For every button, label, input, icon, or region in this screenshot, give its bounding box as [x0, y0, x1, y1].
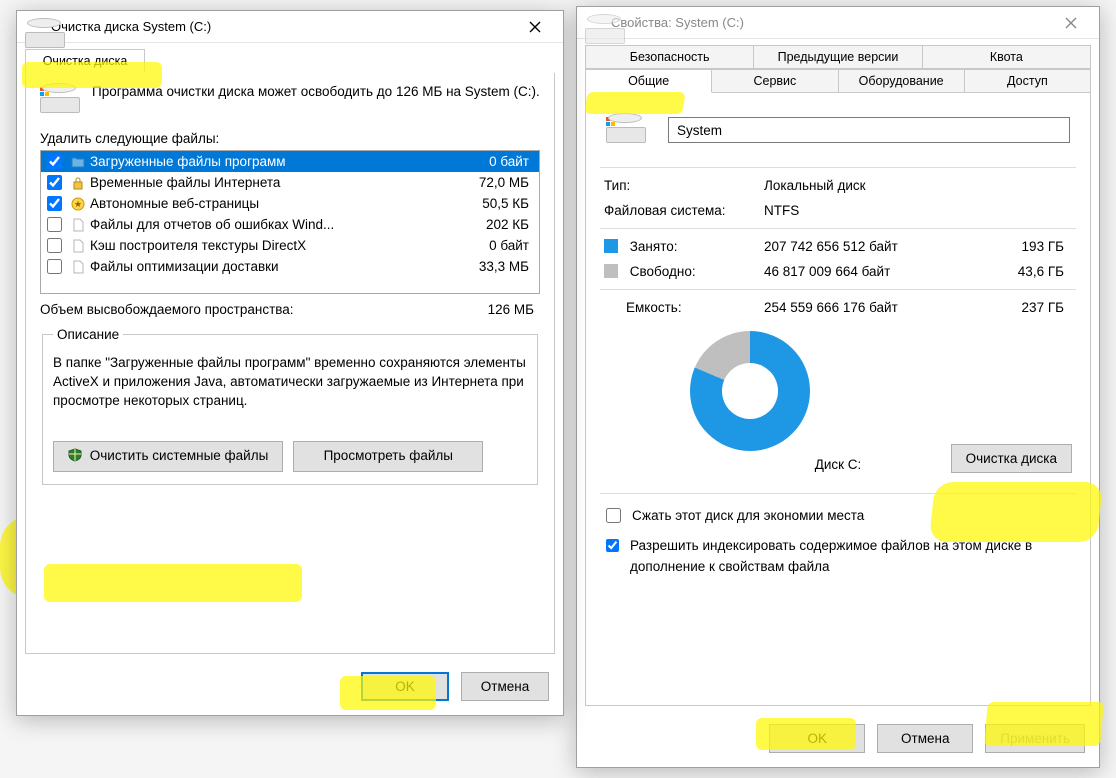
compress-checkbox[interactable]: Сжать этот диск для экономии места: [602, 506, 1074, 526]
app-icon: [25, 18, 43, 36]
tab-предыдущие версии[interactable]: Предыдущие версии: [753, 45, 922, 69]
free-label: Свободно:: [604, 264, 764, 279]
description-text: В папке "Загруженные файлы программ" вре…: [53, 354, 527, 411]
titlebar[interactable]: Очистка диска System (C:): [17, 11, 563, 43]
file-row[interactable]: Загруженные файлы программ 0 байт: [41, 151, 539, 172]
file-list[interactable]: Загруженные файлы программ 0 байт Временны…: [40, 150, 540, 294]
cap-label: Емкость:: [604, 300, 764, 315]
file-checkbox[interactable]: [47, 217, 62, 232]
close-button[interactable]: [1049, 8, 1093, 38]
file-checkbox[interactable]: [47, 196, 62, 211]
file-row[interactable]: ★ Автономные веб-страницы 50,5 КБ: [41, 193, 539, 214]
cancel-button[interactable]: Отмена: [877, 724, 973, 753]
tab-сервис[interactable]: Сервис: [711, 69, 838, 93]
tabstrip: БезопасностьПредыдущие версииКвота Общие…: [577, 39, 1099, 93]
folder-icon: [70, 154, 86, 170]
description-box: Описание В папке "Загруженные файлы прог…: [42, 327, 538, 485]
page-icon: [70, 217, 86, 233]
used-bytes: 207 742 656 512 байт: [764, 239, 974, 254]
file-checkbox[interactable]: [47, 175, 62, 190]
volume-name-input[interactable]: [668, 117, 1070, 143]
used-label: Занято:: [604, 239, 764, 254]
file-row[interactable]: Временные файлы Интернета 72,0 МБ: [41, 172, 539, 193]
drive-icon: [40, 83, 80, 117]
file-size: 72,0 МБ: [453, 175, 533, 190]
drive-icon: [585, 14, 603, 32]
total-value: 126 МБ: [488, 302, 540, 317]
ok-button[interactable]: OK: [769, 724, 865, 753]
file-row[interactable]: Файлы для отчетов об ошибках Wind... 202 …: [41, 214, 539, 235]
dialog-footer: OK Отмена: [17, 662, 563, 715]
file-name: Файлы оптимизации доставки: [90, 259, 449, 274]
used-swatch-icon: [604, 239, 618, 253]
dialog-footer: OK Отмена Применить: [577, 714, 1099, 767]
tabstrip: Очистка диска: [17, 43, 563, 73]
type-label: Тип:: [604, 178, 764, 193]
lock-icon: [70, 175, 86, 191]
cleanup-panel: Программа очистки диска может освободить…: [25, 73, 555, 654]
tab-оборудование[interactable]: Оборудование: [838, 69, 965, 93]
page-icon: [70, 238, 86, 254]
cap-human: 237 ГБ: [974, 300, 1072, 315]
free-human: 43,6 ГБ: [974, 264, 1072, 279]
ok-button[interactable]: OK: [361, 672, 449, 701]
cancel-button[interactable]: Отмена: [461, 672, 549, 701]
description-legend: Описание: [53, 327, 123, 342]
disk-cleanup-button[interactable]: Очистка диска: [951, 444, 1072, 473]
titlebar[interactable]: Свойства: System (C:): [577, 7, 1099, 39]
tab-cleanup[interactable]: Очистка диска: [25, 49, 145, 73]
used-human: 193 ГБ: [974, 239, 1072, 254]
file-row[interactable]: Файлы оптимизации доставки 33,3 МБ: [41, 256, 539, 277]
apply-button[interactable]: Применить: [985, 724, 1085, 753]
star-icon: ★: [70, 196, 86, 212]
close-button[interactable]: [513, 12, 557, 42]
index-checkbox[interactable]: Разрешить индексировать содержимое файло…: [602, 536, 1074, 577]
usage-chart: [690, 331, 810, 451]
drive-properties-window: Свойства: System (C:) БезопасностьПредыд…: [576, 6, 1100, 768]
list-label: Удалить следующие файлы:: [40, 131, 540, 146]
file-name: Загруженные файлы программ: [90, 154, 449, 169]
file-size: 0 байт: [453, 238, 533, 253]
tab-квота[interactable]: Квота: [922, 45, 1091, 69]
fs-value: NTFS: [764, 203, 1072, 218]
cap-bytes: 254 559 666 176 байт: [764, 300, 974, 315]
file-name: Кэш построителя текстуры DirectX: [90, 238, 449, 253]
cleanup-system-button[interactable]: Очистить системные файлы: [53, 441, 283, 472]
shield-icon: [68, 448, 82, 465]
file-row[interactable]: Кэш построителя текстуры DirectX 0 байт: [41, 235, 539, 256]
drive-icon: [606, 113, 646, 147]
file-size: 0 байт: [453, 154, 533, 169]
file-checkbox[interactable]: [47, 238, 62, 253]
free-bytes: 46 817 009 664 байт: [764, 264, 974, 279]
file-size: 202 КБ: [453, 217, 533, 232]
tab-безопасность[interactable]: Безопасность: [585, 45, 754, 69]
tab-доступ[interactable]: Доступ: [964, 69, 1091, 93]
view-files-button[interactable]: Просмотреть файлы: [293, 441, 483, 472]
properties-panel: Тип: Локальный диск Файловая система: NT…: [585, 93, 1091, 706]
tab-общие[interactable]: Общие: [585, 69, 712, 93]
total-label: Объем высвобождаемого пространства:: [40, 302, 294, 317]
disk-cleanup-window: Очистка диска System (C:) Очистка диска …: [16, 10, 564, 716]
file-name: Автономные веб-страницы: [90, 196, 449, 211]
fs-label: Файловая система:: [604, 203, 764, 218]
file-size: 33,3 МБ: [453, 259, 533, 274]
file-size: 50,5 КБ: [453, 196, 533, 211]
intro-text: Программа очистки диска может освободить…: [92, 83, 540, 117]
window-title: Очистка диска System (C:): [51, 19, 513, 34]
svg-text:★: ★: [74, 199, 82, 209]
window-title: Свойства: System (C:): [611, 15, 1049, 30]
page-icon: [70, 259, 86, 275]
type-value: Локальный диск: [764, 178, 1072, 193]
file-checkbox[interactable]: [47, 154, 62, 169]
free-swatch-icon: [604, 264, 618, 278]
file-name: Временные файлы Интернета: [90, 175, 449, 190]
file-name: Файлы для отчетов об ошибках Wind...: [90, 217, 449, 232]
file-checkbox[interactable]: [47, 259, 62, 274]
